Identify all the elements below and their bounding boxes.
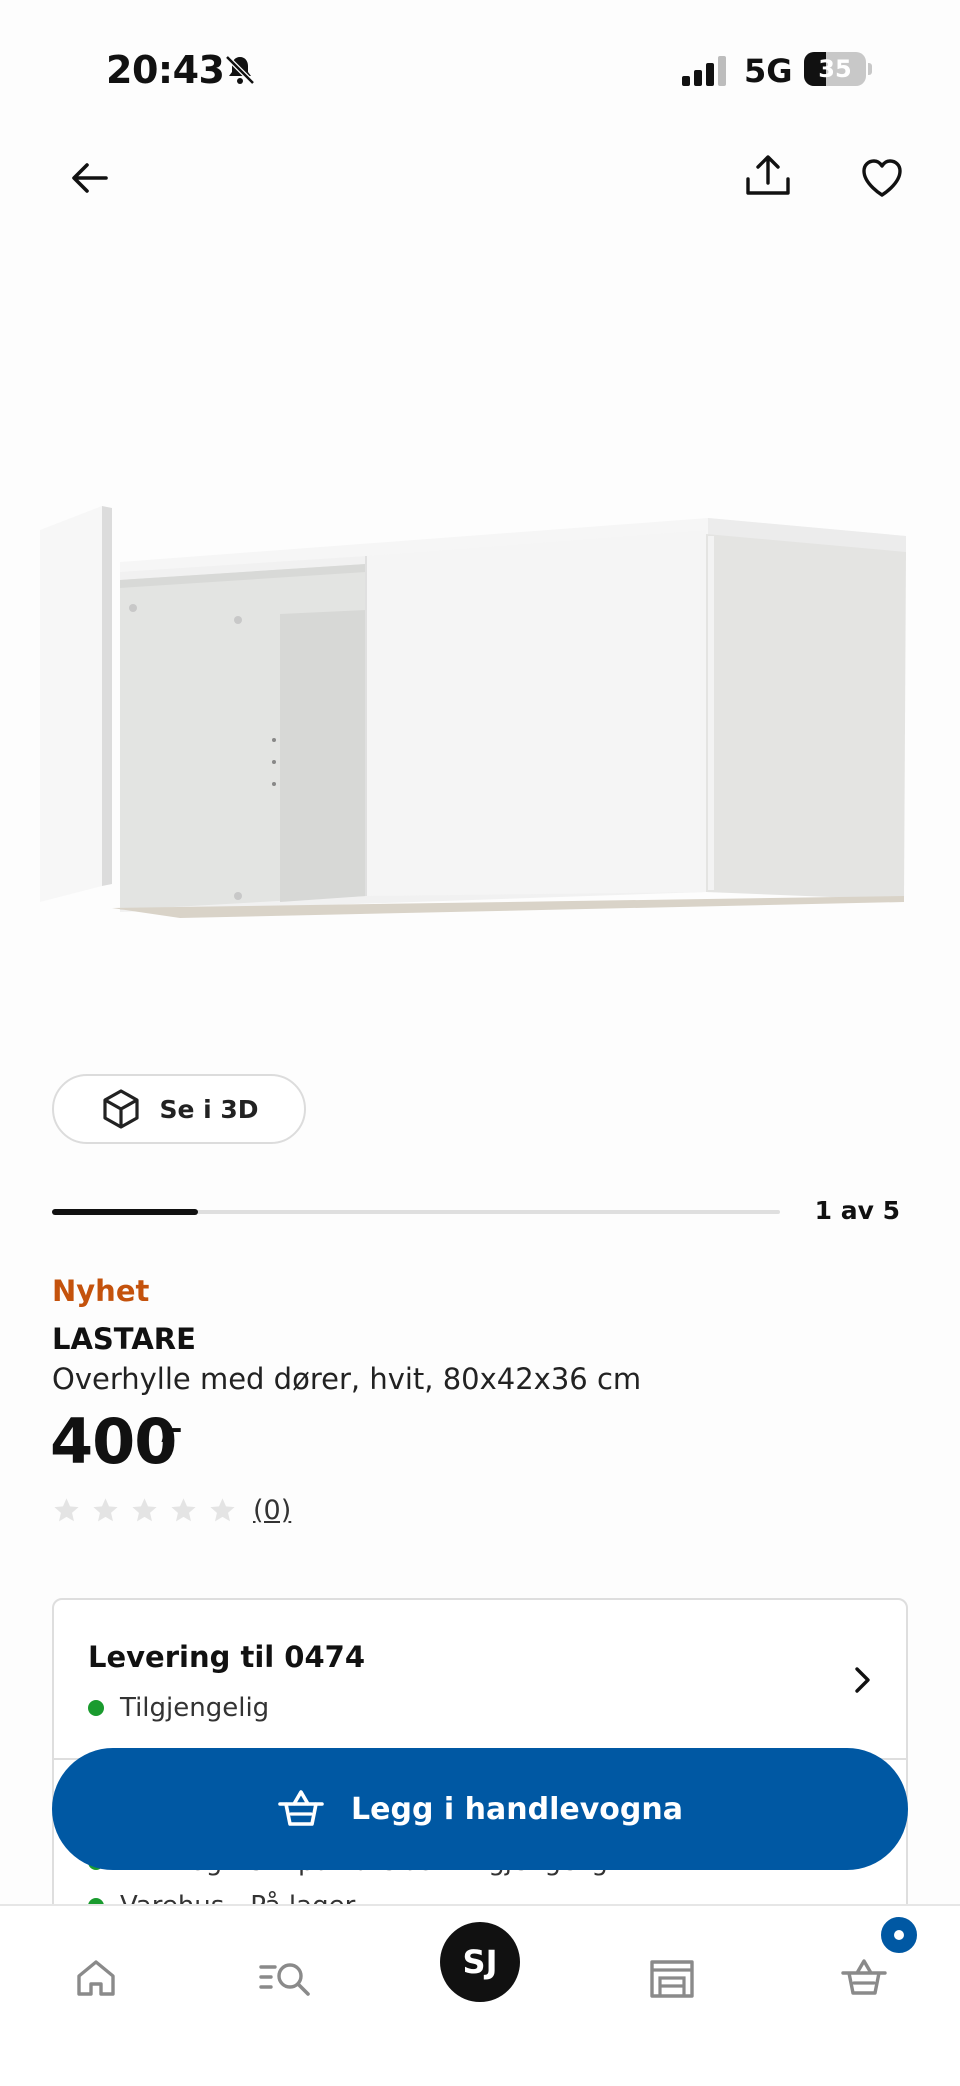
star-icon: [93, 1497, 118, 1521]
delivery-title: Levering til 0474: [88, 1640, 366, 1674]
battery-percent: 35: [818, 55, 852, 83]
bell-muted-icon: [225, 55, 255, 85]
cart-badge: [878, 1914, 920, 1956]
nav-home[interactable]: [60, 1942, 132, 2014]
new-badge: Nyhet: [52, 1274, 150, 1308]
heart-icon: [862, 159, 902, 197]
share-button[interactable]: [738, 146, 798, 206]
price-suffix: ,-: [160, 1412, 183, 1445]
nav-store[interactable]: [636, 1942, 708, 2014]
carousel-counter: 1 av 5: [814, 1196, 900, 1225]
star-icon: [171, 1497, 196, 1521]
rating[interactable]: (0): [52, 1492, 291, 1528]
bottom-nav: SJ: [0, 1904, 960, 2086]
status-time: 20:43: [106, 48, 225, 92]
profile-avatar[interactable]: SJ: [440, 1922, 520, 2002]
back-button[interactable]: [60, 148, 120, 208]
star-icon: [210, 1497, 235, 1521]
price: 400: [50, 1405, 177, 1478]
store-icon: [650, 1960, 694, 1998]
star-icon: [132, 1497, 157, 1521]
delivery-status-text: Tilgjengelig: [120, 1693, 270, 1723]
signal-icon: [682, 56, 726, 86]
cart-icon: [841, 1959, 887, 1995]
delivery-status: Tilgjengelig: [88, 1692, 269, 1724]
view-in-3d-button[interactable]: Se i 3D: [52, 1074, 306, 1144]
add-to-cart-label: Legg i handlevogna: [351, 1791, 683, 1827]
carousel-progress-fill: [52, 1209, 198, 1215]
status-bar: 20:43 5G 35: [0, 0, 960, 140]
nav-search[interactable]: [250, 1942, 322, 2014]
cube-icon: [103, 1089, 140, 1129]
add-to-cart-button[interactable]: Legg i handlevogna: [52, 1748, 908, 1870]
search-icon: [259, 1963, 310, 1996]
battery-icon: 35: [804, 52, 872, 86]
network-label: 5G: [744, 52, 793, 90]
home-icon: [77, 1960, 115, 1996]
review-count-link[interactable]: (0): [253, 1495, 291, 1526]
chevron-right-icon: [855, 1667, 870, 1693]
star-icon: [54, 1497, 79, 1521]
share-icon: [746, 155, 790, 195]
available-dot-icon: [88, 1700, 104, 1716]
product-image[interactable]: [40, 500, 920, 930]
arrow-left-icon: [72, 163, 108, 193]
basket-icon: [278, 1790, 324, 1826]
top-nav: [0, 140, 960, 240]
product-description: Overhylle med dører, hvit, 80x42x36 cm: [52, 1362, 642, 1396]
product-name: LASTARE: [52, 1322, 196, 1356]
image-carousel-progress: [52, 1209, 780, 1215]
favorite-button[interactable]: [852, 148, 912, 208]
view-in-3d-label: Se i 3D: [159, 1094, 259, 1124]
